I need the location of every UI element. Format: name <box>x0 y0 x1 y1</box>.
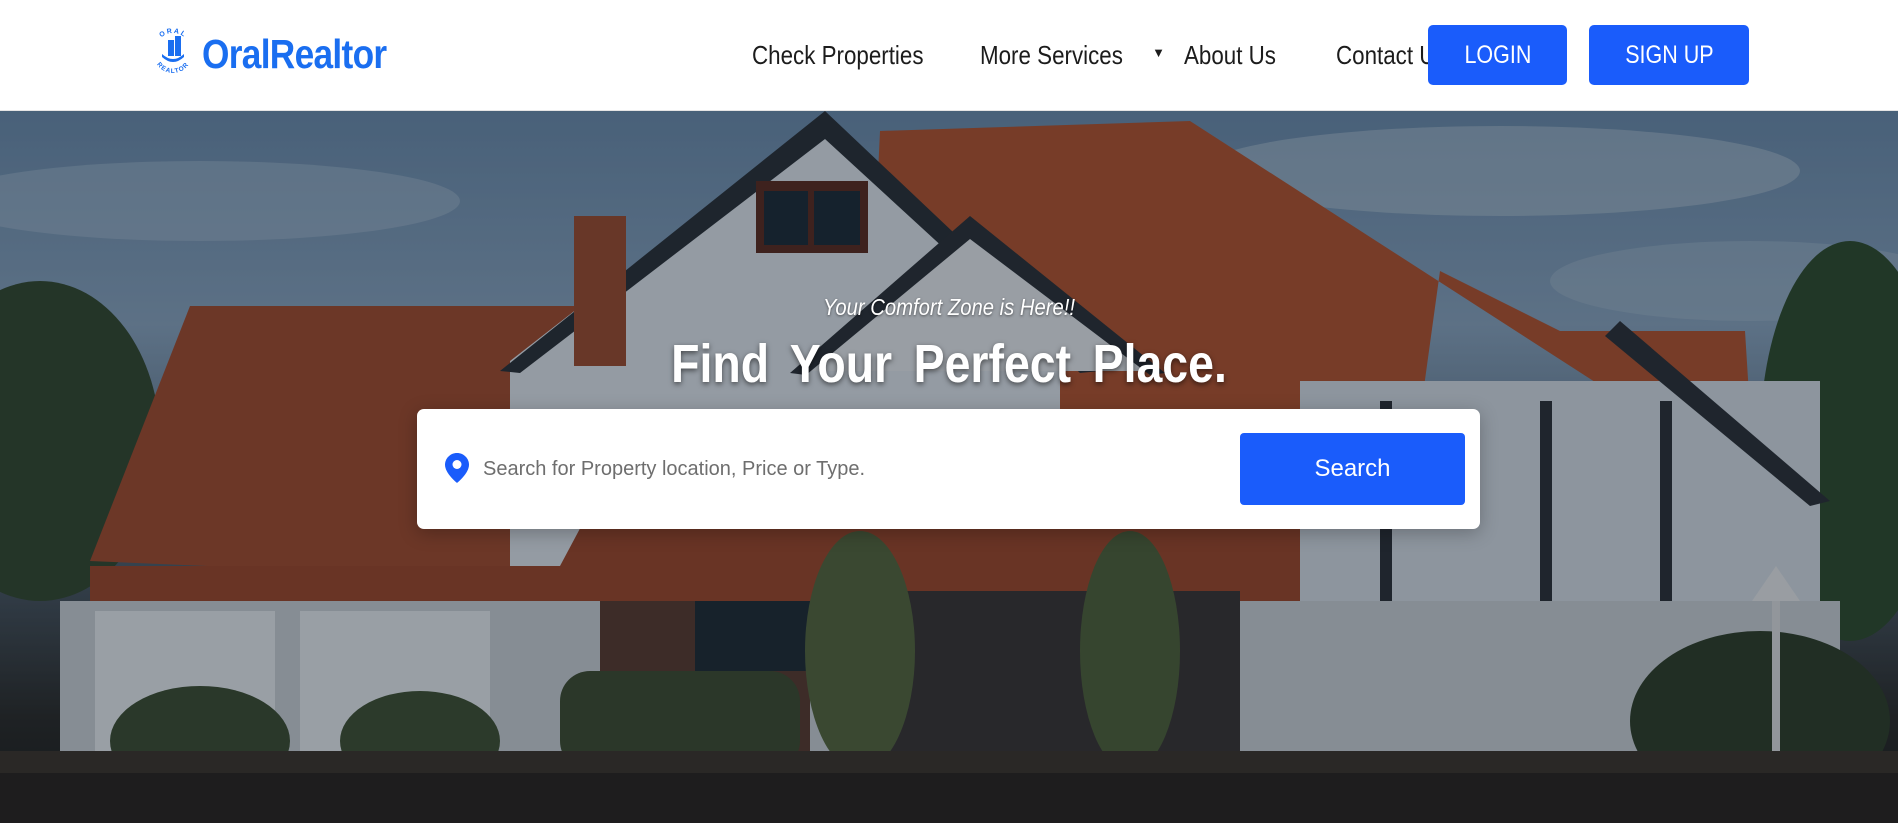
site-logo[interactable]: ORAL REALTOR OralRealtor <box>148 24 417 84</box>
search-button[interactable]: Search <box>1240 433 1465 505</box>
chevron-down-icon: ▼ <box>1152 44 1166 60</box>
hero-section: Your Comfort Zone is Here!! Find Your Pe… <box>0 111 1898 823</box>
search-card: Search <box>417 409 1480 529</box>
signup-button-label: SIGN UP <box>1624 40 1714 69</box>
property-search-input[interactable] <box>483 445 1003 493</box>
nav-links: Check Properties More Services ▼ About U… <box>752 36 1496 74</box>
signup-button[interactable]: SIGN UP <box>1589 25 1749 85</box>
nav-more-services-label: More Services <box>980 39 1123 70</box>
svg-text:REALTOR: REALTOR <box>155 61 190 75</box>
logo-badge-bottom-text: REALTOR <box>155 61 189 75</box>
brand-name: OralRealtor <box>202 30 387 77</box>
nav-about-us[interactable]: About Us <box>1184 40 1315 71</box>
nav-more-services[interactable]: More Services ▼ <box>980 40 1184 71</box>
login-button-label: LOGIN <box>1464 40 1531 69</box>
hero-tagline: Your Comfort Zone is Here!! <box>823 294 1075 320</box>
top-navbar: ORAL REALTOR OralRealtor Check Propertie… <box>0 0 1898 111</box>
hero-headline: Find Your Perfect Place. <box>671 334 1227 394</box>
map-pin-icon <box>445 453 469 483</box>
svg-text:ORAL: ORAL <box>158 28 187 39</box>
logo-badge-top-text: ORAL <box>158 28 186 39</box>
nav-check-properties[interactable]: Check Properties <box>752 40 948 71</box>
login-button[interactable]: LOGIN <box>1428 25 1567 85</box>
logo-badge-icon: ORAL REALTOR <box>155 28 190 75</box>
